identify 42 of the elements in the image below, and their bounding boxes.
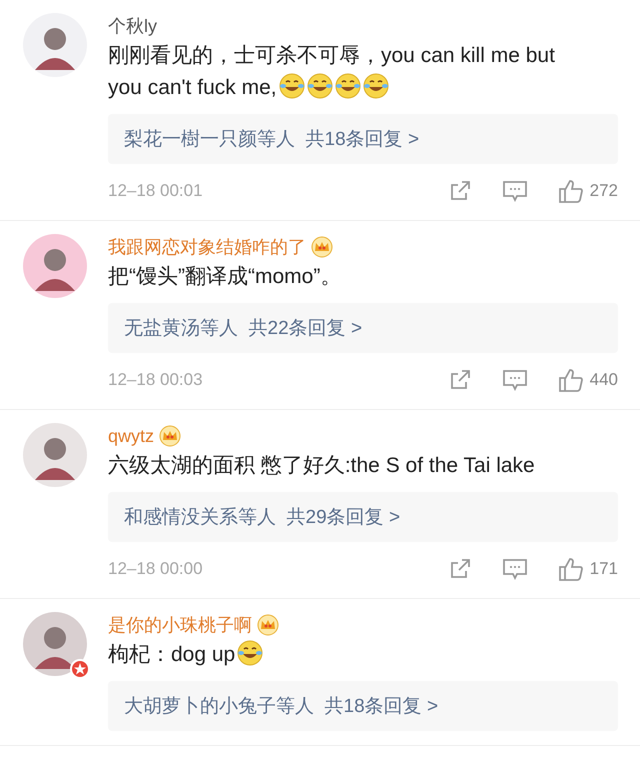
comment-button[interactable] [502,368,528,392]
comment-text: 六级太湖的面积 憋了好久:the S of the Tai lake [108,453,536,479]
like-count: 272 [590,181,618,201]
avatar[interactable] [22,422,88,488]
comment-time: 12–18 00:00 [108,559,204,579]
like-button[interactable]: 440 [558,367,618,393]
comment-icon [502,557,528,581]
laughing-crying-emoji-icon [237,640,264,666]
laughing-crying-emoji-icon [362,73,389,99]
replies-link[interactable]: 无盐黄汤等人 共22条回复 > [108,303,618,353]
thumbs-up-icon [558,367,584,393]
user-name[interactable]: 个秋ly [108,14,157,38]
avatar[interactable] [22,233,88,299]
laughing-crying-emoji-icon [278,73,305,99]
like-count: 171 [590,559,618,579]
replies-link[interactable]: 大胡萝卜的小兔子等人 共18条回复 > [108,681,618,731]
comment-time: 12–18 00:03 [108,370,204,390]
comment-text: 刚刚看见的，士可杀不可辱，you can kill me but you can't fuck me, [108,43,556,101]
user-name[interactable]: 是你的小珠桃子啊 [108,613,252,637]
thumbs-up-icon [558,178,584,204]
replies-link[interactable]: 梨花一樹一只颜等人 共18条回复 > [108,114,618,164]
avatar[interactable] [22,12,88,78]
crown-badge-icon [256,614,280,636]
comment-icon [502,179,528,203]
avatar[interactable] [22,611,88,677]
comment-time: 12–18 00:01 [108,181,204,201]
user-name[interactable]: qwytz [108,426,154,446]
comment-text: 把“馒头”翻译成“momo”。 [108,264,342,290]
laughing-crying-emoji-icon [334,73,361,99]
replies-link[interactable]: 和感情没关系等人 共29条回复 > [108,492,618,542]
like-button[interactable]: 171 [558,556,618,582]
comment-icon [502,368,528,392]
comment-button[interactable] [502,557,528,581]
laughing-crying-emoji-icon [306,73,333,99]
comment-button[interactable] [502,179,528,203]
comment-text: 枸杞：dog up [108,639,618,671]
user-name[interactable]: 我跟网恋对象结婚咋的了 [108,235,306,259]
thumbs-up-icon [558,556,584,582]
crown-badge-icon [158,425,182,447]
like-button[interactable]: 272 [558,178,618,204]
crown-badge-icon [310,236,334,258]
like-count: 440 [590,370,618,390]
